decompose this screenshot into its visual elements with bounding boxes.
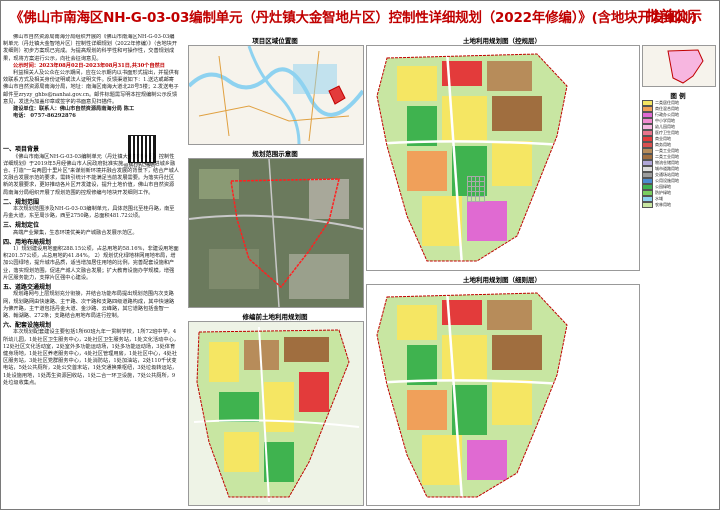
qr-code [128,135,156,163]
section-text: 高端产业聚集，生态环境优美的产城融合发展示范区。 [13,229,138,236]
legend-item: 农林用地 [642,202,714,208]
header: 《佛山市南海区NH-G-03-03编制单元（丹灶镇大金智地片区）控制性详细规划（… [0,0,720,32]
legend-label: 城市道路用地 [655,166,679,171]
legend: 二类居住用地 商住混合用地 行政办公用地 中小学用地 幼儿园用地 医疗卫生用地 商业用地 商务… [642,100,714,270]
detail-map [366,284,640,506]
legend-inset-map [642,45,716,87]
legend-label: 物流仓储用地 [655,160,679,165]
control-map-svg [371,50,578,267]
legend-label: 水域 [655,196,663,201]
legend-label: 商业用地 [655,136,671,141]
location-map-title: 项目区域位置图 [252,37,298,45]
legend-label: 医疗卫生用地 [655,130,679,135]
before-map-title: 修编前土地利用规划图 [242,313,308,321]
legend-label: 二类工业用地 [655,154,679,159]
legend-label: 行政办公用地 [655,112,679,117]
announcement-text: 佛山市自然资源局南海分局组织开展的《佛山市南海区NH-G-03-03编制单元（丹… [3,34,179,504]
contact-phone: 电话： 0757-86292876 [13,113,76,120]
before-map [188,321,364,506]
section-text: 本次规划配套建设主要包括1所60班九年一贯制学校，1所72班中学，4所幼儿园，1… [3,329,179,386]
legend-label: 公用设施用地 [655,178,679,183]
section-title: 四、用地布局规划 [3,238,52,246]
section-title: 三、规划定位 [3,222,40,230]
page-title: 《佛山市南海区NH-G-03-03编制单元（丹灶镇大金智地片区）控制性详细规划（… [10,10,697,26]
control-map-title: 土地利用规划图（控规层） [463,37,541,45]
section-text: 规划路网与上层规划充分衔接，并结合功能布局提出规划范围内次支路网，规划路网由快速… [3,291,175,319]
legend-label: 商务用地 [655,142,671,147]
sections: 一、项目背景 《佛山市南海区NH-G-03-03编制单元（丹灶镇大金智地片区）控制… [3,146,179,387]
legend-label: 商住混合用地 [655,106,679,111]
intro-paragraph: 佛山市自然资源局南海分局组织开展的《佛山市南海区NH-G-03-03编制单元（丹… [3,34,178,62]
section-title: 二、规划范围 [3,198,40,206]
location-map-svg [189,46,363,144]
qr-label: 规划公示二维码 [124,164,156,169]
before-map-svg [193,326,360,503]
land-balance-table-control [466,176,485,202]
section-text: 本次规划范围涉及NH-G-03-03编制单元，具体范围北至桂丹路，南至丹金大道，… [3,206,175,220]
legend-label: 防护绿地 [655,190,671,195]
detail-map-title: 土地利用规划图（细则层） [463,276,541,284]
scope-map-title: 规划范围示意图 [252,150,298,158]
control-map [366,45,640,271]
legend-label: 幼儿园用地 [655,124,675,129]
legend-label: 一类工业用地 [655,148,679,153]
legend-label: 公园绿地 [655,184,671,189]
location-map [188,45,364,145]
feedback-paragraph: 利益相关人及公众在公示期间，应在公示期内以书面形式提出，并提供有效联系方式及相关… [3,70,179,105]
notice-period: 公示时间：2023年08月02日-2023年08月31日,共30个自然日 [13,62,165,69]
section-text: 1）规划建设用地面积288.15公顷，占总用地的58.16%，非建设用地面积20… [3,246,179,281]
legend-label: 农林用地 [655,202,671,207]
legend-swatch [642,202,653,208]
legend-label: 交通场站用地 [655,172,679,177]
legend-inset-svg [667,49,704,84]
status-badge: 批前公示 [646,9,702,25]
legend-title: 图 例 [670,92,686,100]
legend-label: 中小学用地 [655,118,675,123]
legend-label: 二类居住用地 [655,100,679,105]
scope-map-svg [189,159,363,307]
scope-map [188,158,364,308]
detail-map-svg [371,289,578,501]
